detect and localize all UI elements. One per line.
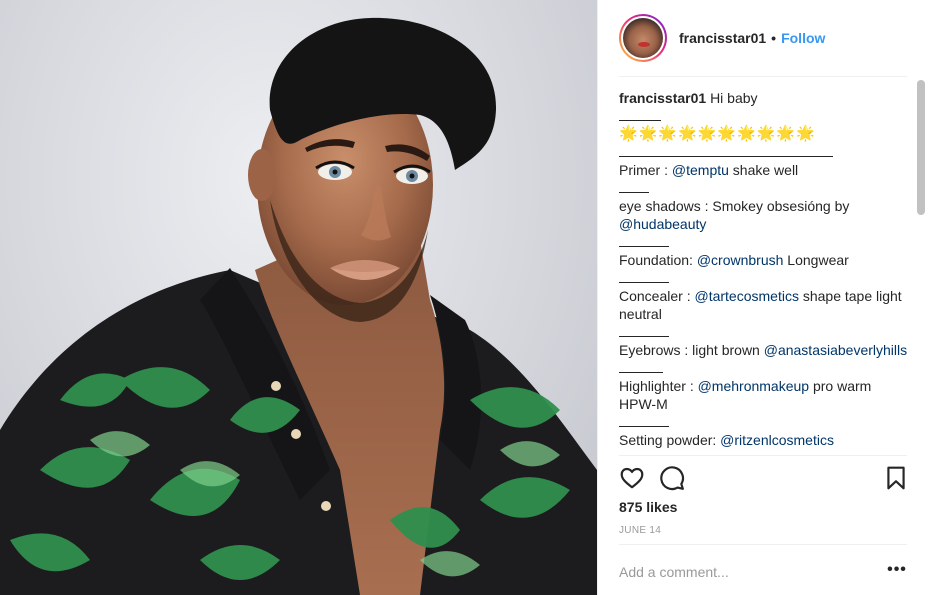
caption-stars: 🌟🌟🌟🌟🌟🌟🌟🌟🌟🌟 [619,125,816,142]
caption-scroll-area[interactable]: francisstar01 Hi baby 🌟🌟🌟🌟🌟🌟🌟🌟🌟🌟 Primer … [619,77,911,455]
caption-text: Hi baby [710,90,758,106]
caption-line-text: Foundation: [619,252,697,268]
caption-line: Foundation: @crownbrush Longwear [619,251,911,269]
mention-link[interactable]: @tartecosmetics [694,288,798,304]
caption: francisstar01 Hi baby 🌟🌟🌟🌟🌟🌟🌟🌟🌟🌟 Primer … [619,77,911,449]
scrollbar-thumb[interactable] [917,80,925,215]
caption-line-text: Concealer : [619,288,695,304]
caption-line-text: shake well [728,162,799,178]
mention-link[interactable]: @mehronmakeup [698,378,810,394]
comment-input[interactable] [619,560,869,584]
caption-line: Setting powder: @ritzenlcosmetics [619,431,911,449]
caption-separator [619,107,911,125]
caption-line-text: Primer : [619,162,672,178]
caption-line-text: Highlighter : [619,378,698,394]
caption-separator-long [619,143,911,161]
separator-line [619,181,649,193]
caption-scrollbar[interactable] [917,80,925,452]
header-dot-separator: • [771,30,777,46]
heart-icon[interactable] [619,465,645,491]
mention-link[interactable]: @ritzenlcosmetics [720,432,834,448]
actions-divider [619,455,907,456]
comment-divider [619,544,907,545]
caption-separator [619,233,911,251]
more-options-icon[interactable]: ••• [887,562,907,582]
separator-line [619,415,669,427]
mention-link[interactable]: @temptu [672,162,729,178]
comment-icon[interactable] [659,465,685,491]
caption-line: Primer : @temptu shake well [619,161,911,179]
follow-button[interactable]: Follow [781,30,825,46]
separator-line [619,235,669,247]
separator-line [619,109,661,121]
bookmark-icon[interactable] [883,465,909,491]
mention-link[interactable]: @hudabeauty [619,216,706,232]
header-username[interactable]: francisstar01 [679,30,766,46]
caption-separator [619,413,911,431]
caption-separator [619,323,911,341]
caption-separator [619,269,911,287]
post-view: francisstar01 • Follow francisstar01 Hi … [0,0,928,595]
separator-line [619,271,669,283]
caption-line: Highlighter : @mehronmakeup pro warm HPW… [619,377,911,413]
likes-count[interactable]: 875 likes [619,499,677,515]
post-date[interactable]: JUNE 14 [619,525,661,536]
caption-separator [619,359,911,377]
mention-link[interactable]: @anastasiabeverlyhills [764,342,907,358]
portrait-illustration [0,17,597,595]
separator-line [619,361,663,373]
caption-line: Concealer : @tartecosmetics shape tape l… [619,287,911,323]
mention-link[interactable]: @crownbrush [697,252,784,268]
avatar-frame [621,16,665,60]
caption-line-text: Longwear [783,252,849,268]
caption-line-text: Setting powder: [619,432,721,448]
caption-line: Eyebrows : light brown @anastasiabeverly… [619,341,911,359]
post-actions [619,465,911,493]
caption-line-text: eye shadows : Smokey obsesióng by [619,198,850,214]
caption-separator [619,179,911,197]
caption-line: eye shadows : Smokey obsesióng by @hudab… [619,197,911,233]
caption-line-text: Eyebrows : light brown [619,342,764,358]
separator-line-long [619,145,833,157]
caption-first-line: francisstar01 Hi baby [619,89,911,107]
avatar-image [623,18,663,58]
post-photo[interactable] [0,0,597,595]
post-side-panel: francisstar01 • Follow francisstar01 Hi … [597,0,928,595]
separator-line [619,325,669,337]
avatar[interactable] [619,14,667,62]
caption-username[interactable]: francisstar01 [619,90,706,106]
post-header: francisstar01 • Follow [598,0,928,76]
